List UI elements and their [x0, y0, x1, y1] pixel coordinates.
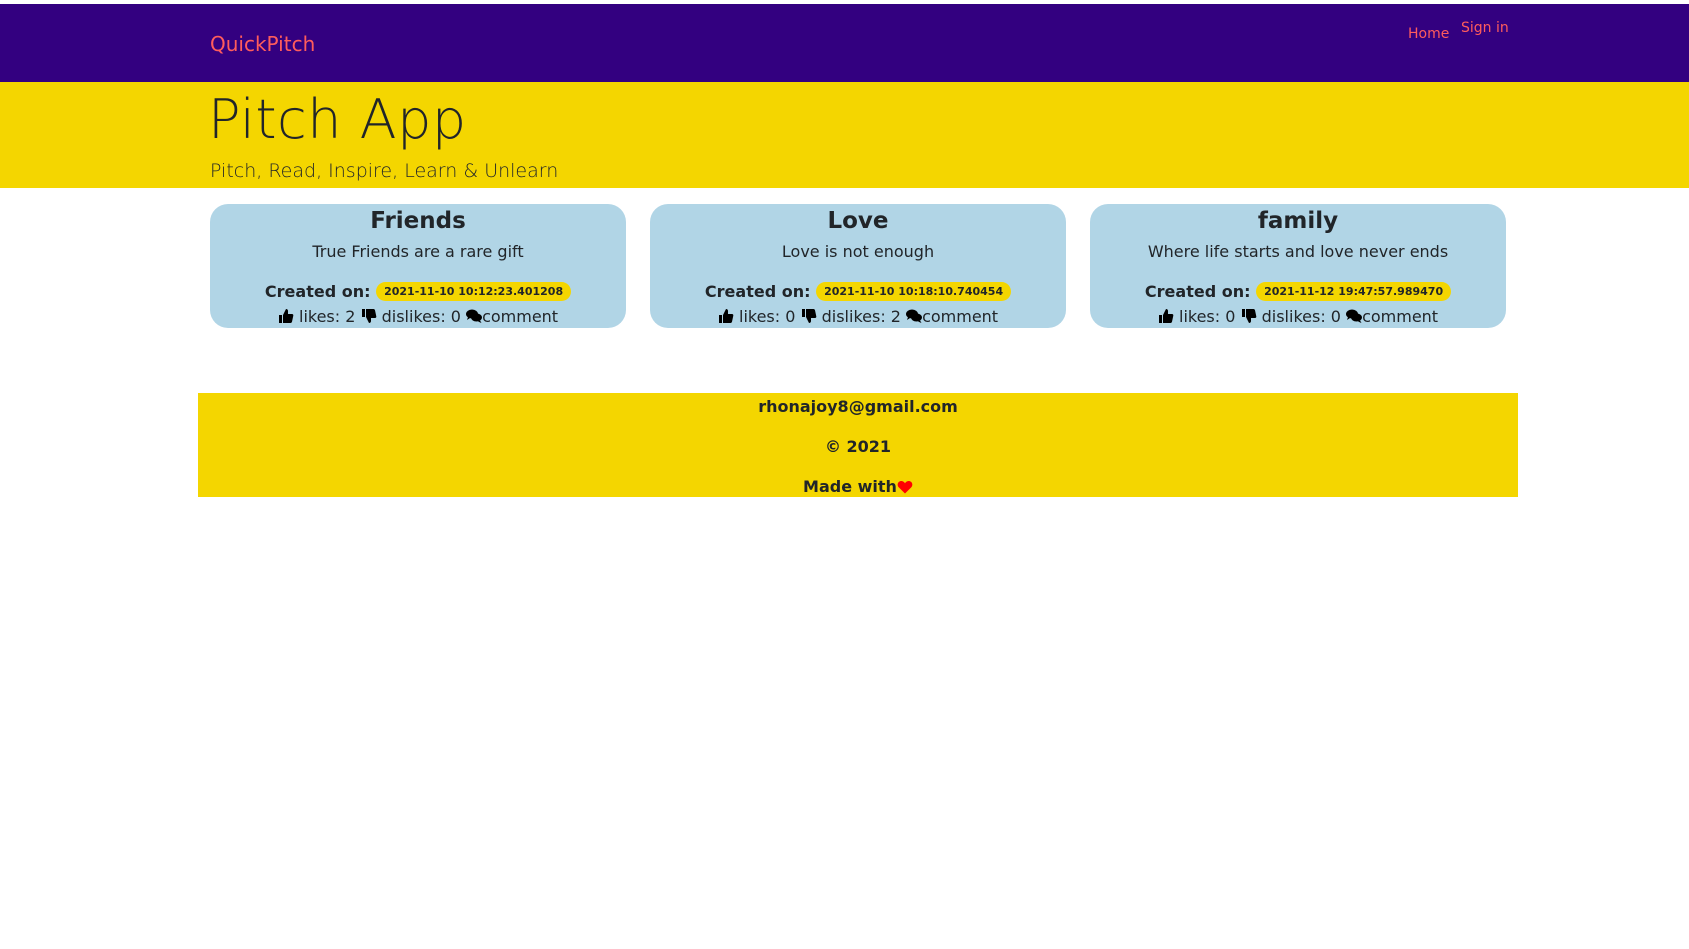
page-subtitle: Pitch, Read, Inspire, Learn & Unlearn: [210, 160, 559, 182]
footer-email: rhonajoy8@gmail.com: [758, 397, 958, 416]
pitch-card: Love Love is not enough Created on: 2021…: [650, 204, 1066, 328]
created-label: Created on:: [264, 282, 371, 301]
nav-signin-link[interactable]: Sign in: [1461, 20, 1509, 36]
made-with-text: Made with: [803, 477, 897, 496]
pitch-description: True Friends are a rare gift: [312, 242, 524, 261]
thumbs-down-icon[interactable]: [361, 308, 377, 324]
likes-count: likes: 0: [1179, 307, 1236, 326]
pitch-created: Created on: 2021-11-12 19:47:57.989470: [1090, 282, 1506, 301]
heart-icon: [897, 480, 913, 494]
comments-icon[interactable]: [466, 308, 483, 324]
dislikes-count: dislikes: 2: [821, 307, 901, 326]
thumbs-up-icon[interactable]: [718, 308, 734, 324]
pitch-stats: likes: 0 dislikes: 0 comment: [1090, 307, 1506, 326]
created-date-badge: 2021-11-12 19:47:57.989470: [1256, 282, 1452, 301]
likes-count: likes: 2: [299, 307, 356, 326]
pitch-stats: likes: 2 dislikes: 0 comment: [210, 307, 626, 326]
comment-link[interactable]: comment: [482, 307, 558, 326]
pitch-category: family: [1257, 208, 1339, 234]
comment-link[interactable]: comment: [922, 307, 998, 326]
likes-count: likes: 0: [739, 307, 796, 326]
page-title: Pitch App: [208, 88, 467, 151]
dislikes-count: dislikes: 0: [381, 307, 461, 326]
comment-link[interactable]: comment: [1362, 307, 1438, 326]
pitch-category: Love: [827, 208, 889, 234]
nav-home-link[interactable]: Home: [1408, 26, 1449, 42]
pitch-card: family Where life starts and love never …: [1090, 204, 1506, 328]
navbar: QuickPitch Home Sign in: [0, 4, 1689, 82]
pitch-description: Where life starts and love never ends: [1147, 242, 1449, 261]
thumbs-down-icon[interactable]: [1241, 308, 1257, 324]
thumbs-up-icon[interactable]: [278, 308, 294, 324]
pitch-description: Love is not enough: [781, 242, 935, 261]
pitch-card: Friends True Friends are a rare gift Cre…: [210, 204, 626, 328]
thumbs-up-icon[interactable]: [1158, 308, 1174, 324]
created-date-badge: 2021-11-10 10:12:23.401208: [376, 282, 572, 301]
pitch-created: Created on: 2021-11-10 10:12:23.401208: [210, 282, 626, 301]
pitch-category: Friends: [370, 208, 466, 234]
created-label: Created on:: [704, 282, 811, 301]
hero-banner: Pitch App Pitch, Read, Inspire, Learn & …: [0, 82, 1689, 188]
footer-made-with: Made with: [198, 477, 1518, 496]
dislikes-count: dislikes: 0: [1261, 307, 1341, 326]
pitch-stats: likes: 0 dislikes: 2 comment: [650, 307, 1066, 326]
pitch-created: Created on: 2021-11-10 10:18:10.740454: [650, 282, 1066, 301]
comments-icon[interactable]: [1346, 308, 1363, 324]
brand-link[interactable]: QuickPitch: [210, 32, 315, 56]
thumbs-down-icon[interactable]: [801, 308, 817, 324]
comments-icon[interactable]: [906, 308, 923, 324]
created-label: Created on:: [1144, 282, 1251, 301]
footer: rhonajoy8@gmail.com © 2021 Made with: [198, 393, 1518, 497]
footer-copyright: © 2021: [824, 437, 892, 456]
created-date-badge: 2021-11-10 10:18:10.740454: [816, 282, 1012, 301]
